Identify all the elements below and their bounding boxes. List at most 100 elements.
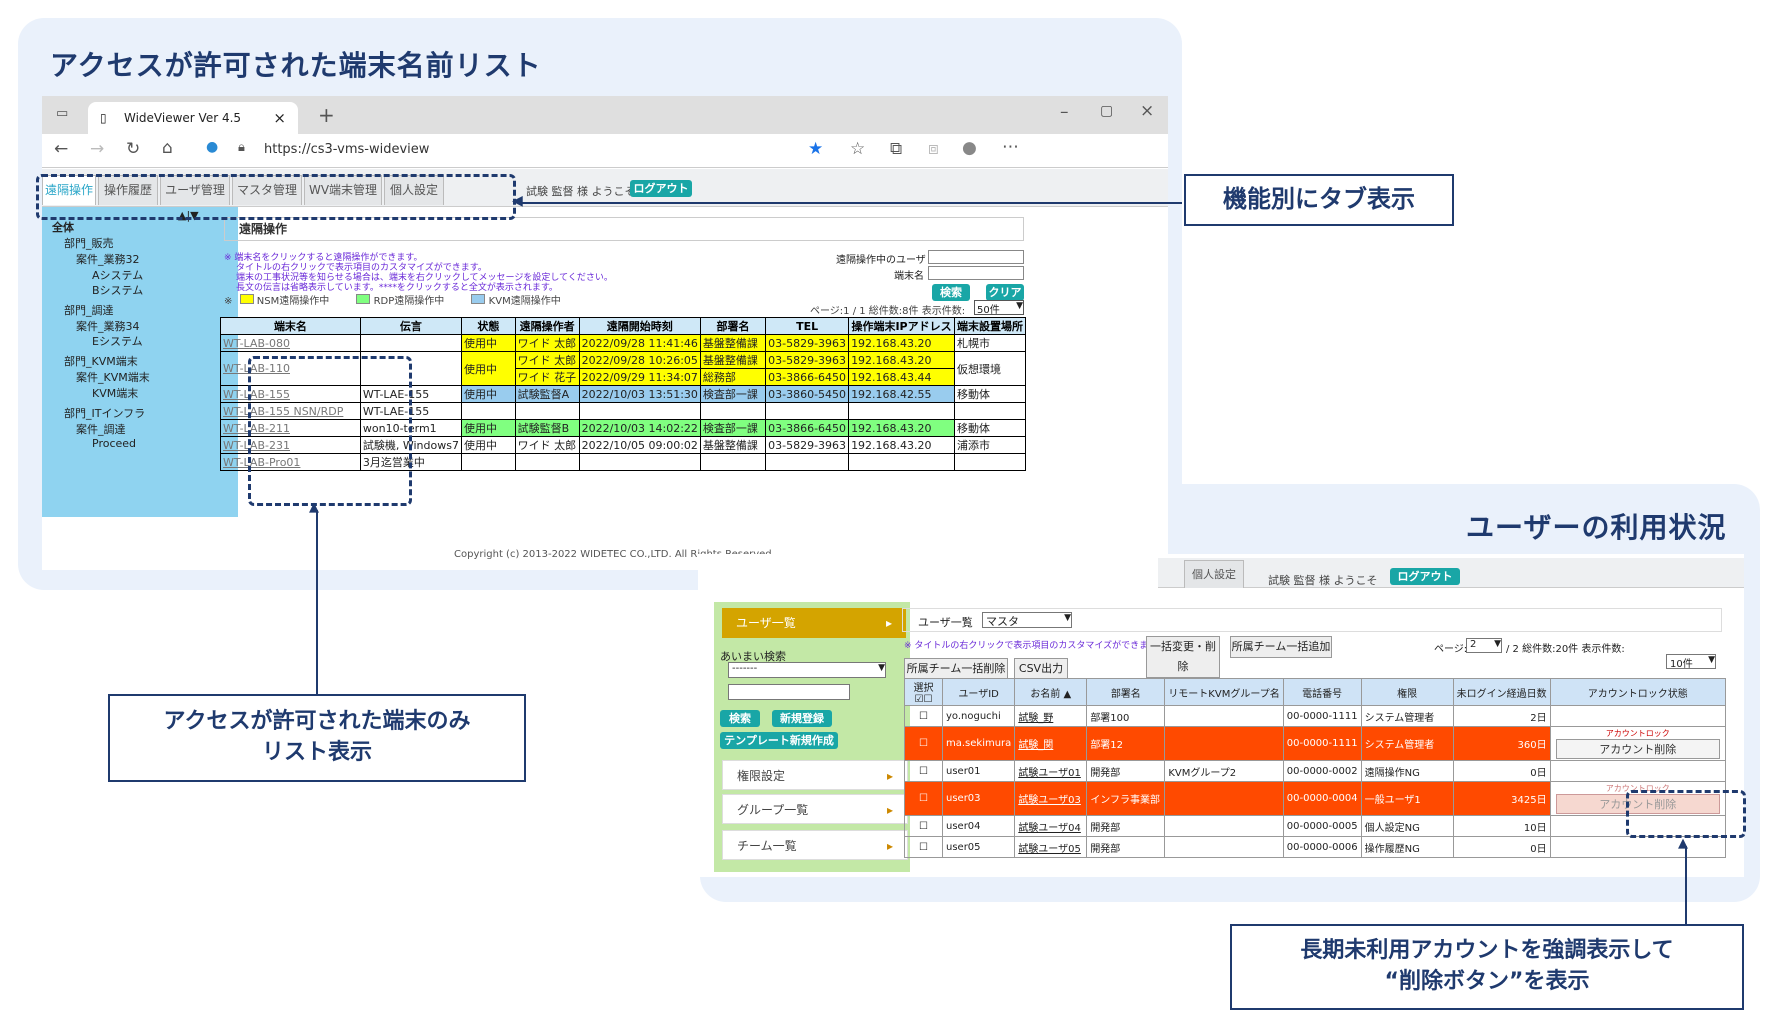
row-checkbox[interactable]: ☐ bbox=[904, 815, 943, 837]
per-page-select[interactable]: 10件 ▼ bbox=[1666, 654, 1716, 670]
maximize-icon[interactable]: ▢ bbox=[1100, 103, 1113, 119]
bulk-change-button[interactable]: 一括変更・削除 bbox=[1146, 636, 1220, 678]
col-header[interactable]: 遠隔開始時刻 bbox=[578, 317, 701, 335]
tree-node[interactable]: 案件_KVM端末 bbox=[76, 369, 150, 385]
table-row: WT-LAB-080 使用中 ワイド 太郎 2022/09/28 11:41:46… bbox=[220, 334, 1026, 352]
list-select[interactable]: マスタ ▼ bbox=[982, 612, 1072, 628]
fuzzy-select[interactable]: ------- ▼ bbox=[728, 662, 886, 678]
user-name-link[interactable]: 試験ユーザ04 bbox=[1014, 815, 1088, 837]
col-header[interactable]: 端末設置場所 bbox=[954, 317, 1026, 335]
cell: ワイド 太郎 bbox=[514, 351, 580, 369]
col-header[interactable]: お名前 ▲ bbox=[1014, 678, 1088, 706]
row-checkbox[interactable]: ☐ bbox=[904, 836, 943, 858]
close-tab-icon[interactable]: × bbox=[273, 102, 286, 134]
tab-personal-settings[interactable]: 個人設定 bbox=[1184, 560, 1244, 588]
url-field[interactable]: https://cs3-vms-wideview bbox=[264, 142, 429, 157]
tree-node[interactable]: Bシステム bbox=[92, 282, 143, 298]
csv-export-button[interactable]: CSV出力 bbox=[1014, 658, 1068, 680]
cell bbox=[699, 402, 767, 420]
col-header[interactable]: 状態 bbox=[460, 317, 516, 335]
new-tab-icon[interactable]: + bbox=[318, 103, 335, 127]
home-icon[interactable]: ⌂ bbox=[162, 138, 173, 158]
user-name-link[interactable]: 試験_野 bbox=[1014, 705, 1088, 727]
tree-node[interactable]: 案件_業務34 bbox=[76, 318, 140, 334]
search-button[interactable]: 検索 bbox=[720, 710, 760, 727]
tree-node[interactable]: Eシステム bbox=[92, 333, 143, 349]
menu-user-list[interactable]: ユーザ一覧 ▸ bbox=[722, 608, 906, 638]
per-page-select[interactable]: 50件 ▼ bbox=[974, 300, 1024, 316]
terminal-name-link[interactable]: WT-LAB-080 bbox=[220, 334, 361, 352]
sidebar-toggle-icon[interactable]: ▭ bbox=[56, 106, 68, 121]
user-name-link[interactable]: 試験_関 bbox=[1014, 726, 1088, 761]
tree-node[interactable]: 部門_ITインフラ bbox=[64, 405, 145, 421]
new-register-button[interactable]: 新規登録 bbox=[772, 710, 832, 727]
team-bulk-add-button[interactable]: 所属チーム一括追加 bbox=[1230, 636, 1332, 658]
row-checkbox[interactable]: ☐ bbox=[904, 705, 943, 727]
menu-permission[interactable]: 権限設定 ▸ bbox=[722, 760, 908, 790]
row-checkbox[interactable]: ☐ bbox=[904, 726, 943, 761]
account-delete-button[interactable]: アカウント削除 bbox=[1555, 739, 1720, 759]
clear-button[interactable]: クリア bbox=[986, 284, 1024, 301]
team-bulk-delete-button[interactable]: 所属チーム一括削除 bbox=[904, 658, 1008, 680]
tree-node[interactable]: 部門_調達 bbox=[64, 302, 114, 318]
tree-node[interactable]: 部門_KVM端末 bbox=[64, 353, 138, 369]
cell: インフラ事業部 bbox=[1086, 781, 1166, 816]
col-header[interactable]: 部署名 bbox=[1086, 678, 1166, 706]
user-input[interactable] bbox=[928, 250, 1024, 264]
forward-icon[interactable]: → bbox=[90, 139, 104, 159]
page-select[interactable]: 2 ▼ bbox=[1466, 638, 1502, 653]
favorite-star-icon[interactable]: ★ bbox=[808, 139, 823, 159]
col-header[interactable]: 部署名 bbox=[699, 317, 767, 335]
reload-icon[interactable]: ↻ bbox=[126, 139, 140, 159]
menu-team-list[interactable]: チーム一覧 ▸ bbox=[722, 830, 908, 860]
user-name-link[interactable]: 試験ユーザ05 bbox=[1014, 836, 1088, 858]
select-all-checkbox[interactable]: ☑☐ bbox=[915, 694, 933, 705]
col-header[interactable]: ユーザID bbox=[941, 678, 1016, 706]
menu-group-list[interactable]: グループ一覧 ▸ bbox=[722, 794, 908, 824]
menu-team-list-label: チーム一覧 bbox=[737, 839, 797, 853]
terminal-input[interactable] bbox=[928, 266, 1024, 280]
logout-button[interactable]: ログアウト bbox=[630, 180, 692, 197]
collections-icon[interactable]: ⧉ bbox=[890, 139, 902, 159]
lock-icon[interactable]: 🔒︎ bbox=[238, 140, 245, 155]
col-header[interactable]: 未ログイン経過日数 bbox=[1452, 678, 1551, 706]
search-button[interactable]: 検索 bbox=[932, 284, 970, 301]
col-header[interactable]: 電話番号 bbox=[1282, 678, 1362, 706]
col-header[interactable]: TEL bbox=[765, 317, 850, 335]
profile-avatar-icon[interactable]: ● bbox=[962, 138, 977, 158]
user-name-link[interactable]: 試験ユーザ03 bbox=[1014, 781, 1088, 816]
logout-button[interactable]: ログアウト bbox=[1390, 568, 1460, 585]
browser-tab[interactable]: ▯ WideViewer Ver 4.5 × bbox=[88, 102, 298, 134]
user-name-link[interactable]: 試験ユーザ01 bbox=[1014, 760, 1088, 782]
tree-node[interactable]: 部門_販売 bbox=[64, 235, 114, 251]
col-header[interactable]: 端末名 bbox=[220, 317, 361, 335]
col-header[interactable]: 遠隔操作者 bbox=[514, 317, 580, 335]
tree-node[interactable]: Proceed bbox=[92, 437, 136, 450]
tree-node[interactable]: KVM端末 bbox=[92, 385, 138, 401]
cell: 00-0000-1111 bbox=[1282, 726, 1362, 761]
tree-root[interactable]: 全体 bbox=[52, 219, 74, 235]
minimize-icon[interactable]: – bbox=[1060, 102, 1069, 122]
row-checkbox[interactable]: ☐ bbox=[904, 781, 943, 816]
callout-delete: 長期未利用アカウントを強調表示して “削除ボタン”を表示 bbox=[1230, 924, 1744, 1010]
close-window-icon[interactable]: × bbox=[1140, 101, 1154, 121]
tree-node[interactable]: 案件_業務32 bbox=[76, 251, 140, 267]
back-icon[interactable]: ← bbox=[54, 139, 68, 159]
fuzzy-input[interactable] bbox=[728, 684, 850, 700]
col-header[interactable]: アカウントロック状態 bbox=[1549, 678, 1727, 706]
tree-node[interactable]: Aシステム bbox=[92, 267, 143, 283]
col-header[interactable]: 操作端末IPアドレス bbox=[848, 317, 955, 335]
col-header[interactable]: リモートKVMグループ名 bbox=[1164, 678, 1284, 706]
cell: 03-3860-5450 bbox=[765, 385, 850, 403]
extensions-icon[interactable]: ⧈ bbox=[928, 139, 939, 159]
tree-node[interactable]: 案件_調達 bbox=[76, 421, 126, 437]
col-select[interactable]: 選択 ☑☐ bbox=[904, 678, 943, 706]
chevron-right-icon: ▸ bbox=[885, 616, 892, 630]
template-new-button[interactable]: テンプレート新規作成 bbox=[720, 732, 838, 749]
favorites-icon[interactable]: ☆ bbox=[850, 139, 865, 159]
more-menu-icon[interactable]: ⋯ bbox=[1002, 137, 1019, 157]
col-header[interactable]: 伝言 bbox=[359, 317, 462, 335]
row-checkbox[interactable]: ☐ bbox=[904, 760, 943, 782]
cell: 使用中 bbox=[460, 385, 516, 403]
col-header[interactable]: 権限 bbox=[1360, 678, 1454, 706]
